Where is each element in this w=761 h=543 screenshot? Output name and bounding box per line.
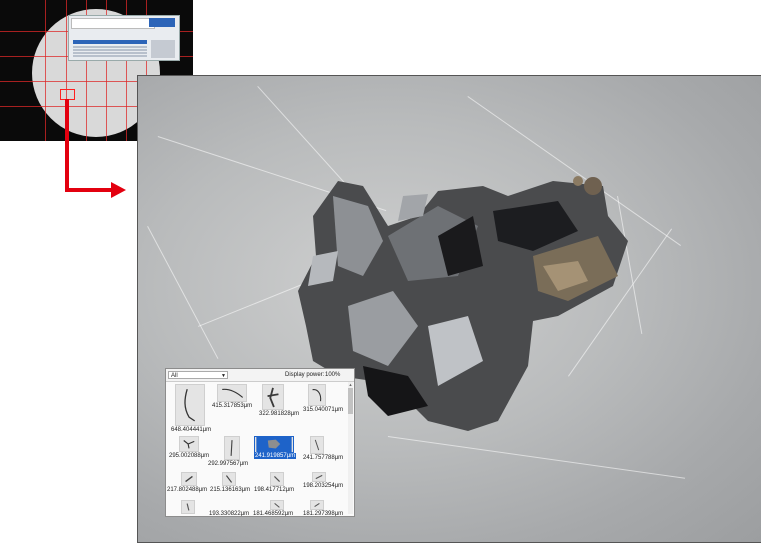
particle-thumbnail-image	[270, 500, 284, 510]
particle-thumbnail-image	[312, 472, 326, 482]
particle-size-label: 241.757788μm	[303, 455, 344, 461]
particle-size-label: 215.136163μm	[210, 487, 251, 493]
particle-size-label: 181.468592μm	[253, 511, 294, 517]
particle-size-label: 241.919857μm	[254, 453, 297, 459]
filter-value: All	[171, 373, 178, 379]
particle-size-label: 292.997567μm	[208, 461, 249, 467]
particle-thumbnail-image	[179, 436, 199, 452]
overview-tab	[149, 18, 175, 27]
chevron-down-icon: ▼	[221, 373, 226, 379]
overview-table-row	[73, 55, 147, 57]
particle-thumbnail-image	[310, 500, 324, 510]
particle-size-label: 415.317853μm	[212, 403, 253, 409]
particle-gallery-panel: All ▼ Display power: 100% ▲ 648.404441μm…	[165, 368, 355, 517]
particle-size-label: 295.002088μm	[169, 453, 210, 459]
scrollbar-thumb[interactable]	[348, 388, 353, 414]
overview-grid-line	[66, 0, 67, 141]
particle-thumbnail-image	[254, 436, 294, 453]
particle-thumbnail-image	[224, 436, 240, 460]
filter-dropdown[interactable]: All ▼	[168, 371, 228, 379]
particle-size-label: 322.981828μm	[259, 411, 300, 417]
overview-table-row	[73, 49, 147, 51]
particle-size-label: 198.203254μm	[303, 483, 344, 489]
overview-table-row	[73, 52, 147, 54]
overview-toolbar	[71, 18, 155, 29]
particle-size-label: 193.330822μm	[209, 511, 250, 517]
particle-thumbnail-image	[262, 384, 284, 410]
overview-table-row	[73, 46, 147, 48]
particle-thumbnail-image	[217, 384, 247, 402]
overview-selection-box	[60, 89, 75, 100]
particle-size-label: 648.404441μm	[171, 427, 212, 433]
particle-thumbnail-image	[181, 500, 195, 514]
particle-thumbnail-image	[175, 384, 205, 426]
particle-thumbnail-image	[222, 472, 236, 486]
overview-side-panel	[151, 40, 175, 58]
scroll-up-icon[interactable]: ▲	[348, 382, 353, 387]
particle-size-label: 198.417712μm	[254, 487, 295, 493]
display-power-value[interactable]: 100%	[325, 371, 340, 379]
particle-size-label: 315.040071μm	[303, 407, 344, 413]
overview-table-header	[73, 40, 147, 44]
particle-size-label: 217.802488μm	[167, 487, 208, 493]
particle-thumbnail-image	[308, 384, 326, 406]
overview-results-window	[68, 15, 180, 61]
overview-grid-line	[45, 0, 46, 141]
particle-thumbnail-image	[310, 436, 324, 454]
particle-size-label: 181.297398μm	[303, 511, 344, 517]
gallery-toolbar: All ▼ Display power: 100%	[166, 369, 354, 382]
particle-thumbnail-image	[181, 472, 197, 486]
display-power-label: Display power:	[285, 372, 325, 378]
particle-thumbnail-image	[270, 472, 284, 486]
